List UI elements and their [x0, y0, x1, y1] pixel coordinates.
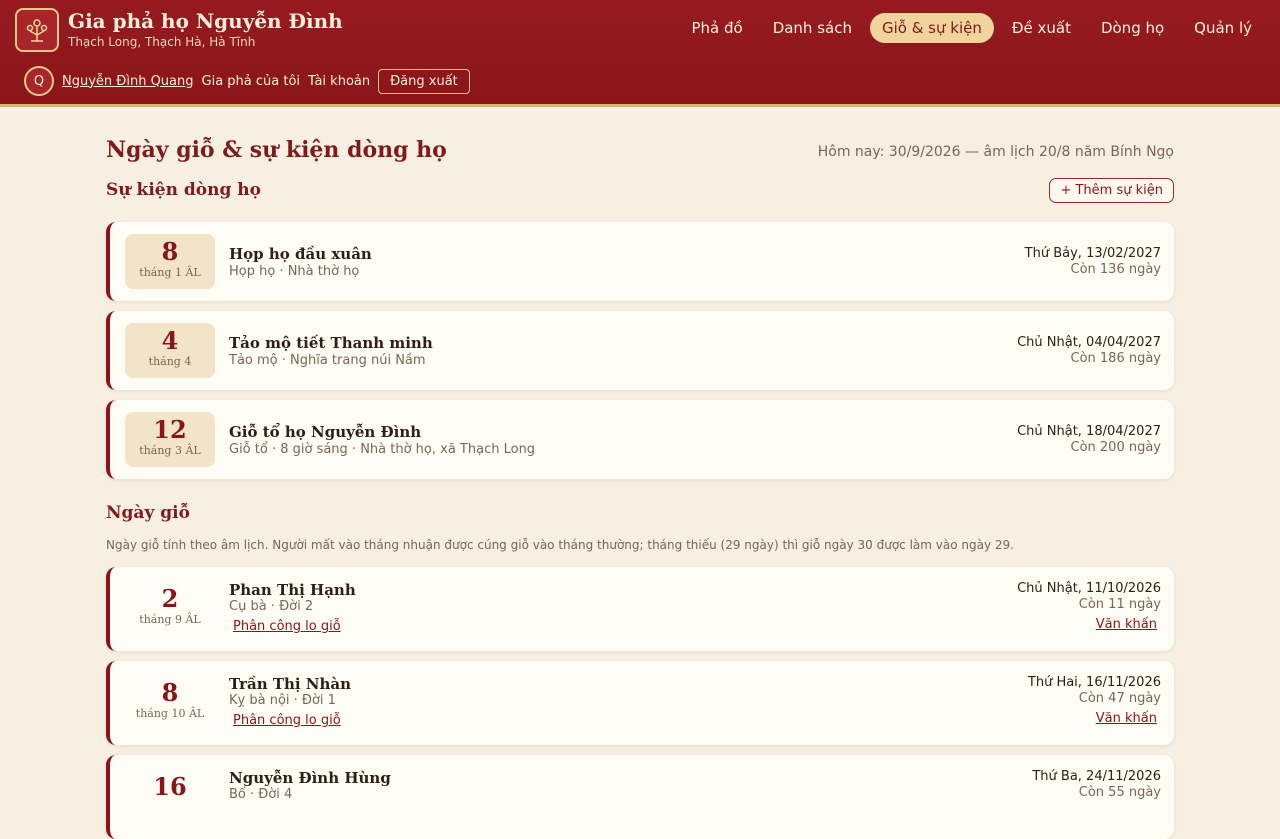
event-details: Họp họ · Nhà thờ họ [229, 264, 360, 279]
event-remaining: Còn 136 ngày [1070, 262, 1162, 277]
event-month: tháng 4 [148, 355, 192, 368]
anniversary-date: Thứ Ba, 24/11/2026 [1032, 769, 1161, 784]
user-name-link[interactable]: Nguyễn Đình Quang [62, 74, 194, 89]
add-event-button[interactable]: + Thêm sự kiện [1049, 178, 1174, 203]
anniversary-month: tháng 10 ÂL [135, 707, 205, 720]
nav-pha-do[interactable]: Phả đồ [679, 13, 754, 43]
my-tree-link[interactable]: Gia phả của tôi [202, 74, 301, 89]
assign-link[interactable]: Phân công lo giỗ [233, 713, 341, 728]
person-name: Trần Thị Nhàn [229, 675, 352, 693]
event-day: 4 [161, 326, 179, 355]
account-link[interactable]: Tài khoản [308, 74, 370, 89]
anniversary-date: Thứ Hai, 16/11/2026 [1027, 675, 1161, 690]
event-details: Giỗ tổ · 8 giờ sáng · Nhà thờ họ, xã Thạ… [229, 442, 536, 457]
anniversary-card[interactable]: 2 tháng 9 ÂL Phan Thị Hạnh Cụ bà · Đời 2… [106, 567, 1174, 651]
event-name: Tảo mộ tiết Thanh minh [229, 334, 433, 352]
event-card[interactable]: 8 tháng 1 ÂL Họp họ đầu xuân Họp họ · Nh… [106, 222, 1174, 301]
anniversary-card[interactable]: 8 tháng 10 ÂL Trần Thị Nhàn Kỵ bà nội · … [106, 661, 1174, 745]
anniversary-card[interactable]: 16 Nguyễn Đình Hùng Bố · Đời 4 Thứ Ba, 2… [106, 755, 1174, 839]
event-name: Họp họ đầu xuân [229, 245, 372, 263]
event-month: tháng 3 ÂL [139, 444, 201, 457]
event-day: 8 [161, 237, 179, 266]
site-header: Gia phả họ Nguyễn Đình Thạch Long, Thạch… [0, 0, 1280, 107]
nav-quan-ly[interactable]: Quản lý [1182, 13, 1264, 43]
anniversary-day: 2 [161, 584, 179, 613]
anniversary-date-box: 16 [125, 769, 215, 824]
page-title: Ngày giỗ & sự kiện dòng họ [106, 137, 447, 163]
site-title[interactable]: Gia phả họ Nguyễn Đình [68, 9, 343, 33]
event-date-box: 8 tháng 1 ÂL [125, 234, 215, 289]
event-details: Tảo mộ · Nghĩa trang núi Nầm [229, 353, 426, 368]
prayer-link[interactable]: Văn khấn [1096, 711, 1157, 726]
anniversary-remaining: Còn 55 ngày [1078, 785, 1161, 800]
person-name: Phan Thị Hạnh [229, 581, 356, 599]
anniversary-remaining: Còn 11 ngày [1078, 597, 1161, 612]
anniversary-month: tháng 9 ÂL [139, 613, 201, 626]
event-remaining: Còn 200 ngày [1070, 440, 1162, 455]
nav-dong-ho[interactable]: Dòng họ [1089, 13, 1176, 43]
prayer-link[interactable]: Văn khấn [1096, 617, 1157, 632]
event-month: tháng 1 ÂL [139, 266, 201, 279]
person-name: Nguyễn Đình Hùng [229, 769, 391, 787]
site-subtitle: Thạch Long, Thạch Hà, Hà Tĩnh [68, 35, 256, 49]
avatar[interactable]: Q [24, 66, 54, 96]
event-name: Giỗ tổ họ Nguyễn Đình [229, 423, 422, 441]
events-section-title: Sự kiện dòng họ [106, 180, 261, 200]
nav-danh-sach[interactable]: Danh sách [761, 13, 864, 43]
event-remaining: Còn 186 ngày [1070, 351, 1162, 366]
event-date-box: 4 tháng 4 [125, 323, 215, 378]
anniversary-day: 16 [153, 772, 187, 801]
family-tree-logo-icon[interactable] [15, 8, 59, 52]
event-card[interactable]: 4 tháng 4 Tảo mộ tiết Thanh minh Tảo mộ … [106, 311, 1174, 390]
event-card[interactable]: 12 tháng 3 ÂL Giỗ tổ họ Nguyễn Đình Giỗ … [106, 400, 1174, 479]
anniversary-date: Chủ Nhật, 11/10/2026 [1017, 581, 1161, 596]
event-day: 12 [153, 415, 187, 444]
assign-link[interactable]: Phân công lo giỗ [233, 619, 341, 634]
logout-button[interactable]: Đăng xuất [378, 68, 470, 94]
user-bar: Q Nguyễn Đình Quang Gia phả của tôi Tài … [24, 66, 470, 96]
anniversary-remaining: Còn 47 ngày [1078, 691, 1161, 706]
event-date-box: 12 tháng 3 ÂL [125, 412, 215, 467]
today-label: Hôm nay: 30/9/2026 — âm lịch 20/8 năm Bí… [817, 144, 1174, 160]
anniversary-date-box: 8 tháng 10 ÂL [125, 675, 215, 730]
anniversary-note: Ngày giỗ tính theo âm lịch. Người mất và… [106, 538, 1014, 552]
person-relation: Kỵ bà nội · Đời 1 [229, 693, 336, 708]
event-date: Chủ Nhật, 04/04/2027 [1017, 335, 1161, 350]
anniversary-day: 8 [161, 678, 179, 707]
nav-de-xuat[interactable]: Đề xuất [1000, 13, 1083, 43]
person-relation: Cụ bà · Đời 2 [229, 599, 314, 614]
main-nav: Phả đồ Danh sách Giỗ & sự kiện Đề xuất D… [679, 13, 1264, 43]
event-date: Chủ Nhật, 18/04/2027 [1017, 424, 1161, 439]
anniversary-date-box: 2 tháng 9 ÂL [125, 581, 215, 636]
event-date: Thứ Bảy, 13/02/2027 [1024, 246, 1161, 261]
nav-gio-su-kien[interactable]: Giỗ & sự kiện [869, 13, 994, 43]
anniversary-section-title: Ngày giỗ [106, 503, 190, 523]
